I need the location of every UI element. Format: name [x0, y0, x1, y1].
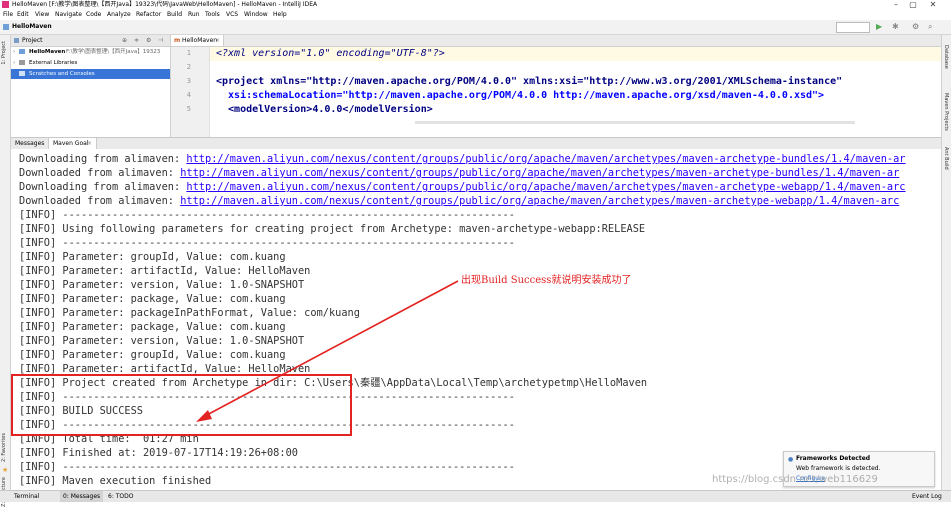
annotation-arrow-head	[196, 410, 212, 422]
notification-title: Frameworks Detected	[796, 455, 871, 462]
tool-tab-todo[interactable]: 6: TODO	[108, 491, 133, 502]
notification-body: Web framework is detected.	[796, 465, 881, 472]
annotation-arrow-line	[204, 280, 459, 417]
annotation-arrow	[196, 280, 459, 422]
bottom-tool-bar: Terminal 0: Messages 6: TODO Event Log	[0, 490, 951, 502]
info-icon: ●	[788, 456, 794, 463]
annotation-text: 出现Build Success就说明安装成功了	[461, 275, 632, 286]
tool-tab-messages[interactable]: 0: Messages	[60, 491, 104, 502]
tool-tab-event-log[interactable]: Event Log	[912, 491, 942, 502]
watermark: https://blog.csdn.net/web116629	[712, 474, 878, 485]
tool-tab-terminal[interactable]: Terminal	[14, 491, 39, 502]
